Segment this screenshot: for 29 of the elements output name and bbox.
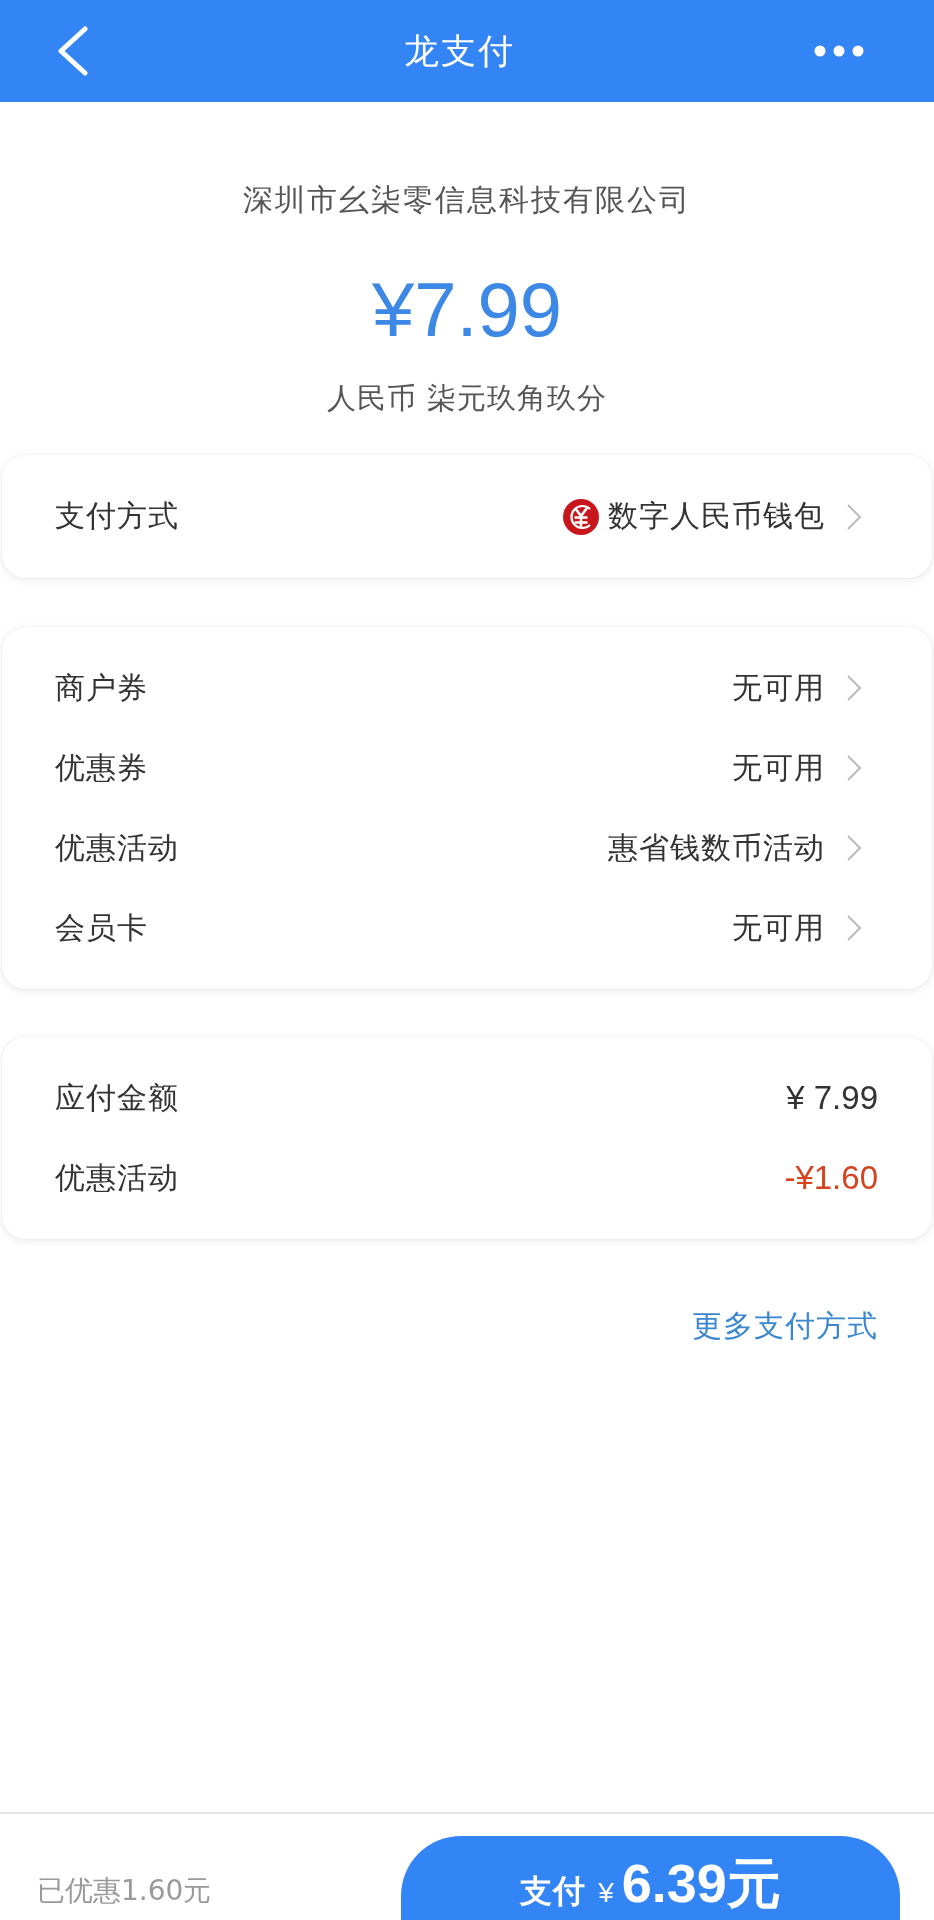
merchant-name: 深圳市幺柒零信息科技有限公司 xyxy=(243,181,691,219)
amount-in-words: 人民币 柒元玖角玖分 xyxy=(326,380,608,417)
summary-value: ¥ 7.99 xyxy=(786,1079,878,1117)
payment-amount: ¥7.99 xyxy=(371,266,563,354)
digital-currency-icon xyxy=(563,498,599,535)
summary-value: -¥1.60 xyxy=(784,1159,878,1197)
discount-value[interactable]: 无可用 xyxy=(732,667,825,709)
more-payment-methods-link[interactable]: 更多支付方式 xyxy=(692,1306,878,1346)
payment-method-label: 支付方式 xyxy=(55,497,179,535)
page-title: 龙支付 xyxy=(404,29,515,73)
chevron-right-icon[interactable] xyxy=(846,674,862,702)
payment-method-value[interactable]: 数字人民币钱包 xyxy=(608,496,825,537)
chevron-right-icon[interactable] xyxy=(846,502,862,531)
discount-saved-text: 已优惠1.60元 xyxy=(37,1873,212,1909)
discount-label: 会员卡 xyxy=(55,908,148,947)
discount-label: 优惠券 xyxy=(55,748,148,787)
chevron-right-icon[interactable] xyxy=(846,834,862,862)
discount-label: 优惠活动 xyxy=(55,828,179,867)
pay-button[interactable]: 支付 ¥6.39元 xyxy=(401,1836,900,1920)
chevron-right-icon[interactable] xyxy=(846,914,862,942)
discount-label: 商户券 xyxy=(55,668,148,707)
summary-label: 应付金额 xyxy=(55,1078,179,1117)
discount-value[interactable]: 无可用 xyxy=(732,747,825,789)
chevron-right-icon[interactable] xyxy=(846,754,862,782)
back-icon[interactable] xyxy=(55,26,89,76)
more-icon[interactable] xyxy=(814,45,864,57)
discount-value[interactable]: 无可用 xyxy=(732,907,825,949)
discount-value[interactable]: 惠省钱数币活动 xyxy=(608,827,825,869)
summary-label: 优惠活动 xyxy=(55,1158,179,1197)
